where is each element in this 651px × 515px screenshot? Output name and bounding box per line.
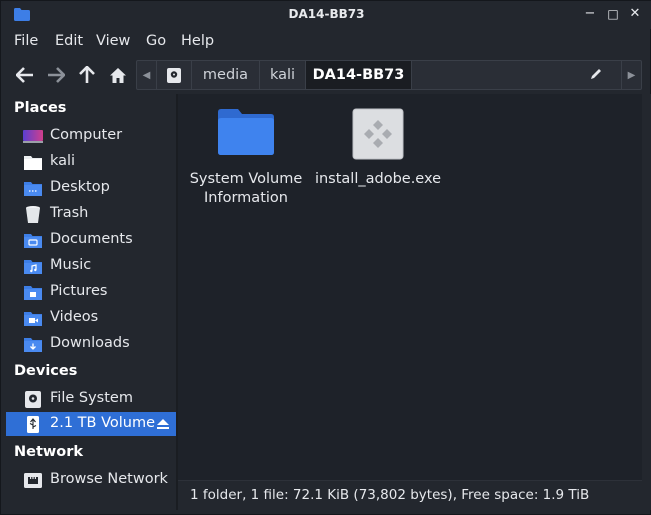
edit-path-button[interactable] [589, 67, 613, 83]
crumb-kali[interactable]: kali [260, 61, 306, 89]
file-manager-window: DA14-BB73 − □ ✕ File Edit View Go Help ◀… [0, 0, 651, 515]
sidebar-item-downloads[interactable]: Downloads [6, 332, 176, 356]
status-text: 1 folder, 1 file: 72.1 KiB (73,802 bytes… [190, 487, 590, 503]
desktop-icon [24, 182, 42, 196]
sidebar-item-browse-network[interactable]: Browse Network [6, 468, 176, 492]
path-scroll-right-button[interactable]: ▶ [621, 61, 641, 89]
arrow-up-icon [79, 66, 95, 83]
pictures-folder-icon [24, 286, 42, 300]
up-button[interactable] [75, 63, 99, 87]
sidebar-item-music[interactable]: Music [6, 254, 176, 278]
sidebar-item-label: Downloads [50, 335, 130, 351]
file-item-system-volume-information[interactable]: System Volume Information [181, 108, 311, 208]
menu-view[interactable]: View [96, 33, 130, 49]
crumb-media[interactable]: media [192, 61, 260, 89]
menu-help[interactable]: Help [181, 33, 214, 49]
file-item-install-adobe[interactable]: install_adobe.exe [313, 108, 443, 189]
back-button[interactable] [13, 63, 37, 87]
pencil-icon [591, 69, 601, 79]
sidebar-item-label: Computer [50, 127, 123, 143]
sidebar-item-label: kali [50, 153, 76, 169]
file-name: install_adobe.exe [314, 171, 442, 187]
sidebar-item-desktop[interactable]: Desktop [6, 176, 176, 200]
sidebar-item-kali[interactable]: kali [6, 150, 176, 174]
videos-folder-icon [24, 312, 42, 326]
sidebar-item-pictures[interactable]: Pictures [6, 280, 176, 304]
sidebar-item-label: Desktop [50, 179, 110, 195]
crumb-drive[interactable] [157, 61, 192, 89]
harddisk-icon [167, 67, 181, 83]
path-scroll-left-button[interactable]: ◀ [137, 61, 157, 89]
title-bar[interactable]: DA14-BB73 − □ ✕ [1, 1, 651, 29]
menu-go[interactable]: Go [146, 33, 166, 49]
arrow-left-icon [16, 67, 33, 83]
file-name: System Volume [189, 171, 303, 187]
menu-file[interactable]: File [14, 33, 38, 49]
arrow-right-icon [48, 67, 65, 83]
usb-drive-icon [27, 416, 39, 433]
section-network: Network [14, 444, 84, 460]
folder-icon [218, 109, 274, 155]
trash-icon [26, 206, 40, 223]
menu-edit[interactable]: Edit [55, 33, 83, 49]
minimize-button[interactable]: − [581, 5, 599, 23]
sidebar-item-volume[interactable]: 2.1 TB Volume [6, 412, 176, 436]
home-folder-icon [24, 156, 42, 170]
sidebar-item-computer[interactable]: Computer [6, 124, 176, 148]
close-button[interactable]: ✕ [626, 5, 644, 23]
sidebar-item-label: Browse Network [50, 471, 168, 487]
sidebar-item-documents[interactable]: Documents [6, 228, 176, 252]
sidebar-item-label: Music [50, 257, 92, 273]
toolbar: ◀ media kali DA14-BB73 ▶ [1, 57, 651, 93]
window-edge [642, 94, 651, 510]
status-bar: 1 folder, 1 file: 72.1 KiB (73,802 bytes… [178, 480, 642, 510]
downloads-folder-icon [24, 338, 42, 352]
sidebar-item-label: Pictures [50, 283, 108, 299]
file-name-line2: Information [204, 190, 288, 206]
maximize-button[interactable]: □ [604, 5, 622, 23]
crumb-current[interactable]: DA14-BB73 [306, 61, 412, 89]
executable-icon [352, 108, 404, 160]
forward-button[interactable] [44, 63, 68, 87]
section-places: Places [14, 100, 67, 116]
harddisk-icon [25, 391, 41, 408]
sidebar: Places Computer kali Desktop Trash Docum… [1, 94, 177, 510]
sidebar-item-videos[interactable]: Videos [6, 306, 176, 330]
menu-bar: File Edit View Go Help [1, 30, 651, 54]
window-title: DA14-BB73 [288, 7, 365, 21]
home-button[interactable] [106, 63, 130, 87]
home-icon [110, 67, 126, 83]
sidebar-item-label: Documents [50, 231, 133, 247]
sidebar-item-label: Trash [50, 205, 89, 221]
section-devices: Devices [14, 363, 78, 379]
sidebar-item-trash[interactable]: Trash [6, 202, 176, 226]
file-view[interactable]: System Volume Information install_adobe.… [178, 94, 642, 480]
computer-icon [23, 130, 43, 143]
path-bar: ◀ media kali DA14-BB73 ▶ [136, 60, 642, 90]
sidebar-item-file-system[interactable]: File System [6, 387, 176, 411]
eject-icon[interactable] [156, 417, 170, 431]
network-icon [24, 473, 42, 488]
sidebar-item-label: Videos [50, 309, 99, 325]
music-folder-icon [24, 260, 42, 274]
sidebar-item-label: 2.1 TB Volume [50, 415, 156, 431]
sidebar-item-label: File System [50, 390, 133, 406]
documents-folder-icon [24, 234, 42, 248]
